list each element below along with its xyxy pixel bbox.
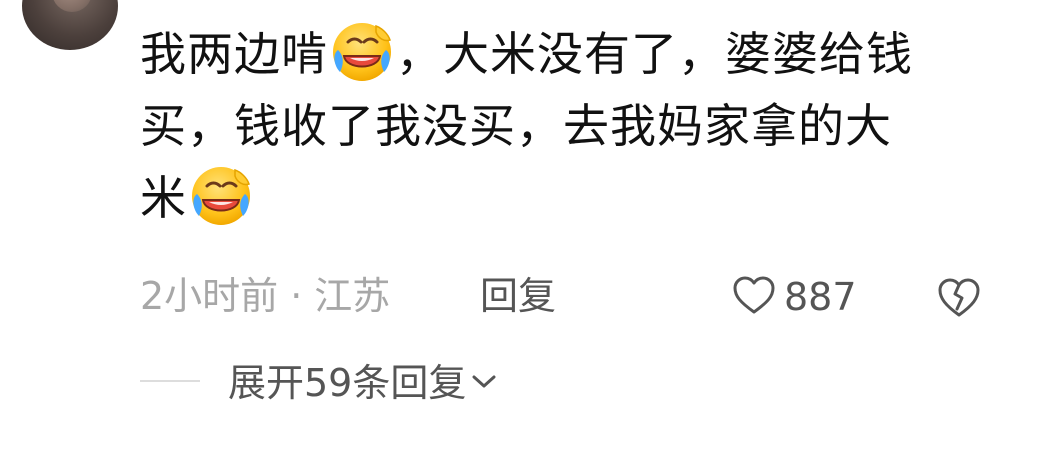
divider [140,379,200,382]
tears-of-joy-icon [333,22,391,81]
like-button[interactable]: 887 [732,268,857,324]
comment-segment: ，大米没有了，婆婆给钱 [396,27,913,81]
comment-segment: 米 [140,171,187,225]
avatar-face [52,0,92,12]
avatar[interactable] [22,0,118,50]
comment-text: 我两边啃 ，大米没有了，婆婆给钱 买，钱收了我没买，去我妈家拿的大 米 [140,18,1020,234]
expand-replies-label: 展开59条回复 [228,360,467,405]
post-time: 2小时前 [140,274,279,318]
reply-button[interactable]: 回复 [480,268,556,324]
comment-meta: 2小时前 · 江苏 回复 887 [140,268,1020,324]
broken-heart-icon[interactable] [936,276,982,318]
comment-line-3: 米 [140,162,1020,234]
heart-outline-icon [733,276,775,313]
post-location: 江苏 [314,274,391,318]
tears-of-joy-icon [192,166,250,225]
comment-line-2: 买，钱收了我没买，去我妈家拿的大 [140,99,892,153]
separator-dot: · [290,274,303,318]
comment-line-1: 我两边啃 ，大米没有了，婆婆给钱 [140,18,1020,90]
meta-time-location: 2小时前 · 江苏 [140,268,390,324]
comment-segment: 我两边啃 [140,27,328,81]
chevron-down-icon [472,375,496,387]
like-count: 887 [784,274,857,319]
comment-card: 我两边啃 ，大米没有了，婆婆给钱 买，钱收了我没买，去我妈家拿的大 米 2小时前… [0,0,1040,450]
expand-replies-button[interactable]: 展开59条回复 [140,352,498,408]
